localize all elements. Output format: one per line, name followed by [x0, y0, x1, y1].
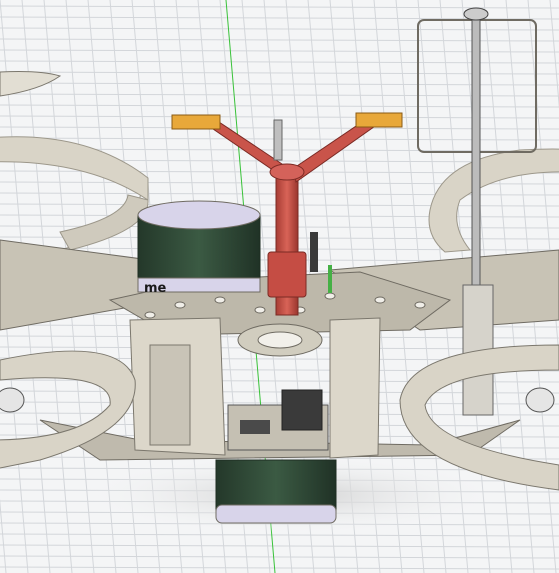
battery-bottom [215, 459, 337, 511]
antenna-rod-dark [310, 232, 318, 272]
plate-hole [414, 301, 426, 309]
mast-tip-right [355, 112, 403, 128]
motor-right [525, 387, 555, 413]
drone-model-view[interactable]: me [0, 0, 559, 573]
battery-bottom-band [215, 504, 337, 524]
cad-viewport[interactable]: me [0, 0, 559, 573]
motor-left [0, 387, 25, 413]
antenna-rod-green [328, 265, 332, 293]
mast-hub [269, 163, 305, 181]
standoff-right [329, 317, 381, 459]
battery-label: me [144, 281, 167, 296]
battery-top-cap [137, 200, 261, 230]
plate-hole [214, 296, 226, 304]
center-mount-hole [257, 331, 303, 349]
antenna-rod [273, 119, 283, 161]
plate-hole [254, 306, 266, 314]
plate-hole [144, 311, 156, 319]
plate-hole [174, 301, 186, 309]
standoff-left-face [149, 344, 191, 446]
plate-hole [324, 292, 336, 300]
wind-sensor-cap [463, 7, 489, 21]
mast-tip-left [171, 114, 221, 130]
mast-clamp [267, 251, 307, 298]
wind-sensor-pole [471, 9, 481, 301]
connector-block [281, 389, 323, 431]
component [240, 420, 270, 434]
plate-hole [374, 296, 386, 304]
